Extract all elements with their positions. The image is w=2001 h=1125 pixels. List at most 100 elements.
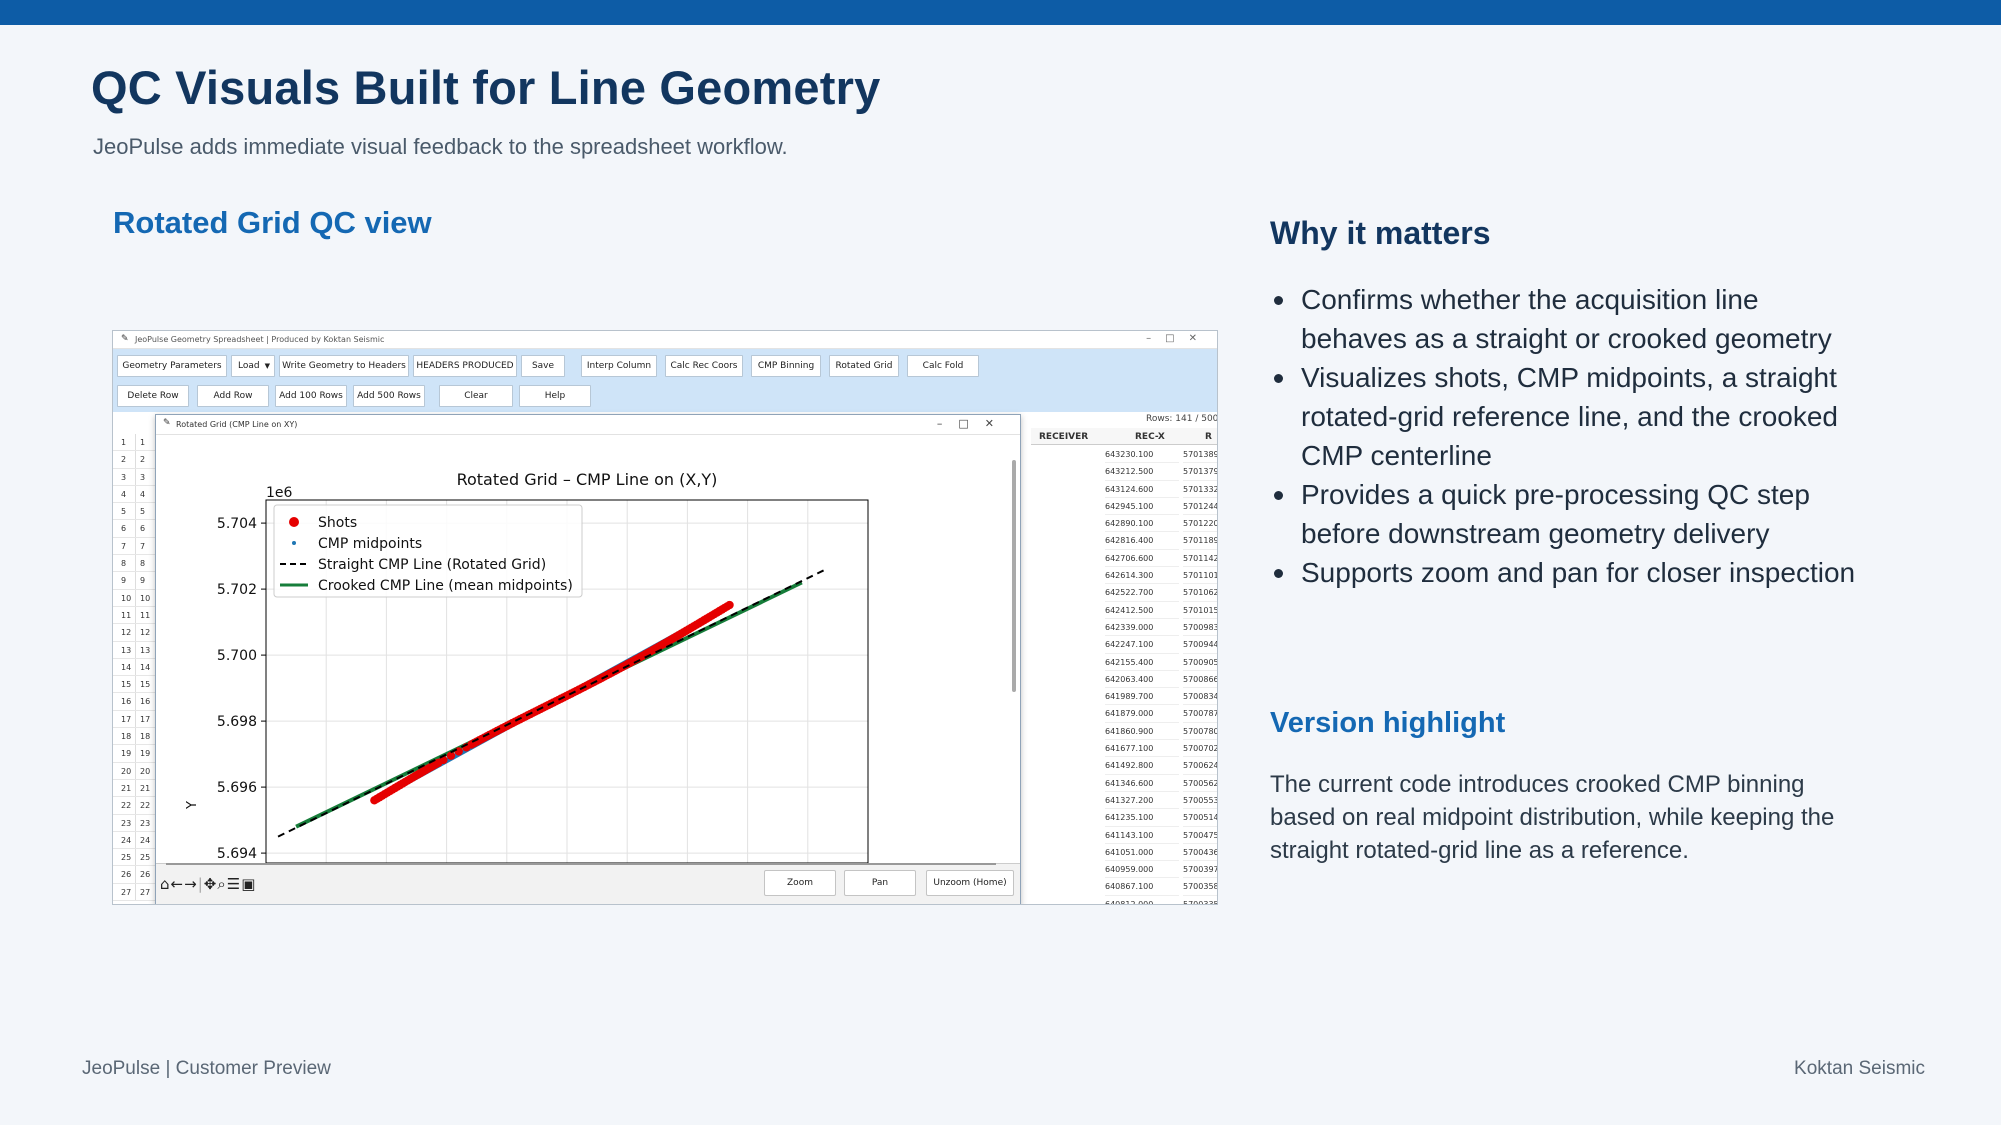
table-cell[interactable]: 5701101 <box>1183 567 1217 585</box>
table-row-header[interactable]: 77 <box>113 538 155 556</box>
pan-button[interactable]: Pan <box>844 870 916 896</box>
table-cell[interactable]: 5700787 <box>1183 705 1217 723</box>
dialog-window-controls[interactable]: –□✕ <box>937 417 1010 430</box>
add-row-button[interactable]: Add Row <box>197 385 269 407</box>
table-cell[interactable]: 642155.400 <box>1105 654 1179 671</box>
table-row-header[interactable]: 55 <box>113 503 155 521</box>
table-row-header[interactable]: 99 <box>113 572 155 590</box>
table-cell[interactable]: 642522.700 <box>1105 584 1179 602</box>
table-row-header[interactable]: 20 20 <box>113 763 155 780</box>
table-row-header[interactable]: 12 12 <box>113 624 155 642</box>
forward-arrow-icon[interactable]: → <box>184 875 198 893</box>
table-cell[interactable]: 642890.100 <box>1105 515 1179 533</box>
table-cell[interactable]: 642412.500 <box>1105 602 1179 619</box>
table-row-header[interactable]: 21 21 <box>113 780 155 798</box>
table-cell[interactable]: 641677.100 <box>1105 740 1179 758</box>
table-row-header[interactable]: 16 16 <box>113 693 155 711</box>
headers-produced-button[interactable]: HEADERS PRODUCED <box>413 355 517 377</box>
table-cell[interactable]: 643124.600 <box>1105 481 1179 498</box>
table-cell[interactable]: 641327.200 <box>1105 792 1179 810</box>
table-cell[interactable]: 5700624 <box>1183 757 1217 775</box>
table-cell[interactable]: 641235.100 <box>1105 809 1179 827</box>
table-row-header[interactable]: 18 18 <box>113 728 155 746</box>
table-cell[interactable]: 5701142 <box>1183 550 1217 568</box>
table-cell[interactable]: 5701379 <box>1183 463 1217 481</box>
help-button[interactable]: Help <box>519 385 591 407</box>
table-cell[interactable]: 5700702 <box>1183 740 1217 758</box>
table-cell[interactable]: 5700475 <box>1183 827 1217 844</box>
table-row-header[interactable]: 25 25 <box>113 849 155 867</box>
table-row-header[interactable]: 88 <box>113 555 155 573</box>
table-cell[interactable]: 5700436 <box>1183 844 1217 862</box>
table-cell[interactable]: 5701015 <box>1183 602 1217 619</box>
table-row-header[interactable]: 17 17 <box>113 711 155 729</box>
table-cell[interactable]: 642706.600 <box>1105 550 1179 568</box>
rotated-grid-button[interactable]: Rotated Grid <box>829 355 899 377</box>
save-button[interactable]: Save <box>521 355 565 377</box>
cmp-binning-button[interactable]: CMP Binning <box>751 355 821 377</box>
table-row-header[interactable]: 22 22 <box>113 797 155 815</box>
table-cell[interactable]: 5700335 <box>1183 896 1217 904</box>
table-cell[interactable]: 5700866 <box>1183 671 1217 689</box>
table-cell[interactable]: 641879.000 <box>1105 705 1179 723</box>
horizontal-scrollbar[interactable] <box>166 863 996 865</box>
table-cell[interactable]: 642339.000 <box>1105 619 1179 637</box>
delete-row-button[interactable]: Delete Row <box>117 385 189 407</box>
table-cell[interactable]: 5701220 <box>1183 515 1217 533</box>
table-cell[interactable]: 643212.500 <box>1105 463 1179 481</box>
table-cell[interactable]: 642063.400 <box>1105 671 1179 689</box>
table-row-header[interactable]: 14 14 <box>113 659 155 677</box>
table-cell[interactable]: 641860.900 <box>1105 723 1179 741</box>
table-cell[interactable]: 5700983 <box>1183 619 1217 637</box>
table-row-header[interactable]: 10 10 <box>113 590 155 607</box>
pan-move-icon[interactable]: ✥ <box>204 875 218 893</box>
calc-fold-button[interactable]: Calc Fold <box>907 355 979 377</box>
table-cell[interactable]: 5700944 <box>1183 636 1217 654</box>
table-row-header[interactable]: 27 27 <box>113 884 155 902</box>
window-controls[interactable]: –□✕ <box>1146 333 1211 344</box>
table-cell[interactable]: 5700780 <box>1183 723 1217 741</box>
table-cell[interactable]: 641051.000 <box>1105 844 1179 862</box>
table-cell[interactable]: 5701332 <box>1183 481 1217 498</box>
table-cell[interactable]: 5700553 <box>1183 792 1217 810</box>
table-row-header[interactable]: 66 <box>113 520 155 538</box>
table-cell[interactable]: 642945.100 <box>1105 498 1179 516</box>
load-dropdown[interactable]: Load ▼ <box>231 355 275 377</box>
calc-rec-coors-button[interactable]: Calc Rec Coors <box>665 355 743 377</box>
table-cell[interactable]: 5701062 <box>1183 584 1217 602</box>
table-cell[interactable]: 5700514 <box>1183 809 1217 827</box>
table-cell[interactable]: 641989.700 <box>1105 688 1179 706</box>
home-icon[interactable]: ⌂ <box>160 875 171 893</box>
table-cell[interactable]: 5701189 <box>1183 532 1217 550</box>
table-cell[interactable]: 641492.800 <box>1105 757 1179 775</box>
back-arrow-icon[interactable]: ← <box>171 875 185 893</box>
table-row-header[interactable]: 33 <box>113 469 155 486</box>
table-row-header[interactable]: 26 26 <box>113 866 155 884</box>
table-cell[interactable]: 5700562 <box>1183 775 1217 792</box>
zoom-magnifier-icon[interactable]: ⌕ <box>217 875 226 893</box>
table-cell[interactable]: 642816.400 <box>1105 532 1179 550</box>
table-cell[interactable]: 640867.100 <box>1105 878 1179 896</box>
table-cell[interactable]: 643230.100 <box>1105 446 1179 464</box>
geometry-parameters-button[interactable]: Geometry Parameters <box>117 355 227 377</box>
table-cell[interactable]: 641346.600 <box>1105 775 1179 792</box>
table-row-header[interactable]: 22 <box>113 451 155 469</box>
table-cell[interactable]: 640959.000 <box>1105 861 1179 879</box>
table-cell[interactable]: 5700397 <box>1183 861 1217 879</box>
rotated-grid-plot[interactable]: 5.694 5.696 5.698 5.700 5.702 5.704 Rotated Gr… <box>156 435 1022 863</box>
table-cell[interactable]: 5700834 <box>1183 688 1217 706</box>
table-cell[interactable]: 642614.300 <box>1105 567 1179 585</box>
configure-sliders-icon[interactable]: ☰ <box>227 875 241 893</box>
table-cell[interactable]: 5701389 <box>1183 446 1217 464</box>
write-geometry-button[interactable]: Write Geometry to Headers <box>279 355 409 377</box>
add-100-rows-button[interactable]: Add 100 Rows <box>275 385 347 407</box>
table-cell[interactable]: 5700358 <box>1183 878 1217 896</box>
table-row-header[interactable]: 23 23 <box>113 815 155 832</box>
table-row-header[interactable]: 24 24 <box>113 832 155 850</box>
table-row-header[interactable]: 11 11 <box>113 607 155 625</box>
col-header-rec-x[interactable]: REC-X <box>1101 428 1179 445</box>
table-cell[interactable]: 642247.100 <box>1105 636 1179 654</box>
add-500-rows-button[interactable]: Add 500 Rows <box>353 385 425 407</box>
table-cell[interactable]: 5700905 <box>1183 654 1217 671</box>
col-header-receiver[interactable]: RECEIVER <box>1031 428 1101 445</box>
